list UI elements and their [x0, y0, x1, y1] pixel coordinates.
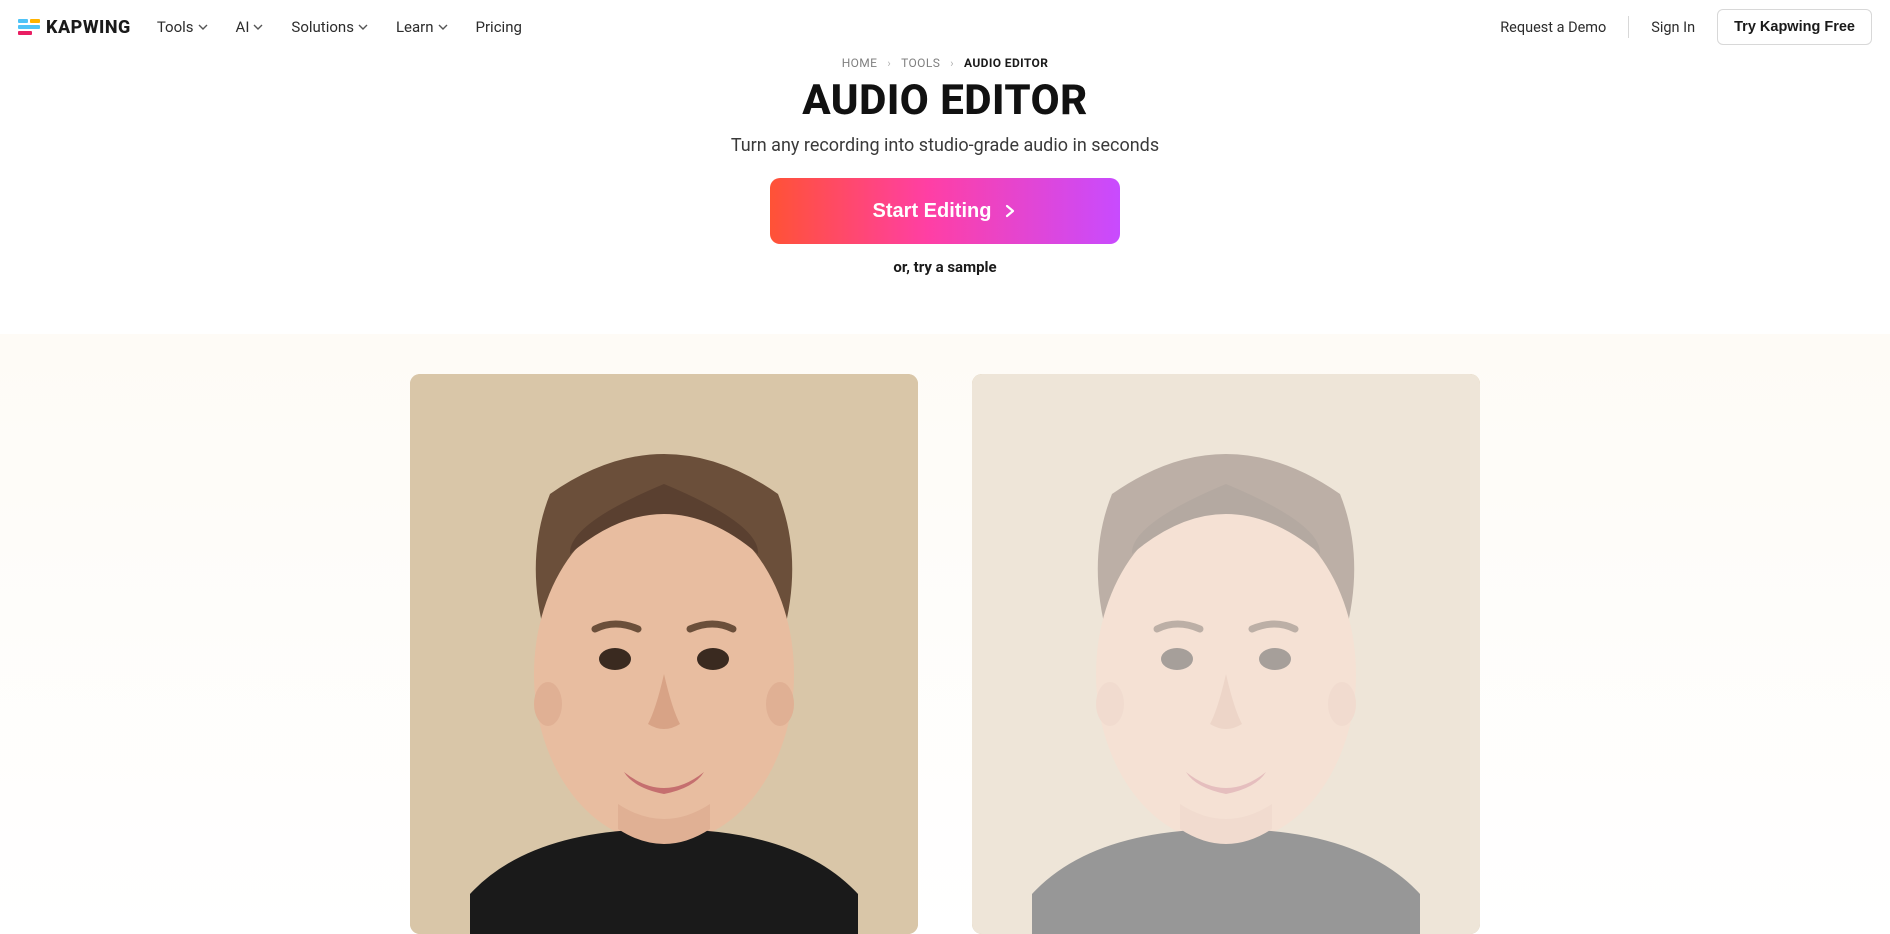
chevron-down-icon [358, 22, 368, 32]
breadcrumb-separator-icon: › [950, 57, 954, 70]
nav-item-label: Learn [396, 18, 434, 36]
nav-right: Request a Demo Sign In Try Kapwing Free [1500, 9, 1872, 45]
chevron-down-icon [253, 22, 263, 32]
start-editing-button[interactable]: Start Editing [770, 178, 1120, 244]
brand-logo-icon [18, 19, 40, 35]
request-demo-link[interactable]: Request a Demo [1500, 19, 1606, 36]
nav-item-learn[interactable]: Learn [396, 18, 448, 36]
demo-section [0, 334, 1890, 934]
nav-item-label: Pricing [476, 18, 522, 36]
page-title: AUDIO EDITOR [0, 76, 1890, 125]
brand-name: KAPWING [46, 17, 131, 38]
breadcrumb-current: AUDIO EDITOR [964, 56, 1048, 70]
nav-item-tools[interactable]: Tools [157, 18, 208, 36]
breadcrumb-home[interactable]: HOME [842, 56, 878, 70]
nav-left: KAPWING Tools AI Solutions [18, 17, 522, 38]
brand-logo[interactable]: KAPWING [18, 17, 131, 38]
nav-item-solutions[interactable]: Solutions [291, 18, 368, 36]
hero-section: HOME › TOOLS › AUDIO EDITOR AUDIO EDITOR… [0, 54, 1890, 276]
cta-label: Start Editing [873, 200, 992, 223]
top-nav: KAPWING Tools AI Solutions [0, 0, 1890, 54]
demo-frame-before [410, 374, 918, 934]
nav-links: Tools AI Solutions Learn [157, 18, 522, 36]
nav-item-pricing[interactable]: Pricing [476, 18, 522, 36]
breadcrumb: HOME › TOOLS › AUDIO EDITOR [0, 56, 1890, 70]
sign-in-link[interactable]: Sign In [1651, 19, 1695, 36]
breadcrumb-separator-icon: › [887, 57, 891, 70]
nav-item-ai[interactable]: AI [236, 18, 264, 36]
portrait-image [972, 374, 1480, 934]
demo-frame-after [972, 374, 1480, 934]
demo-compare [0, 374, 1890, 934]
nav-divider [1628, 16, 1629, 38]
nav-item-label: Solutions [291, 18, 354, 36]
page-subtitle: Turn any recording into studio-grade aud… [0, 135, 1890, 156]
nav-item-label: AI [236, 18, 250, 36]
try-free-button[interactable]: Try Kapwing Free [1717, 9, 1872, 45]
nav-item-label: Tools [157, 18, 194, 36]
breadcrumb-tools[interactable]: TOOLS [901, 56, 940, 70]
chevron-down-icon [198, 22, 208, 32]
portrait-image [410, 374, 918, 934]
chevron-right-icon [1003, 204, 1017, 218]
try-sample-link[interactable]: or, try a sample [893, 258, 996, 276]
chevron-down-icon [438, 22, 448, 32]
